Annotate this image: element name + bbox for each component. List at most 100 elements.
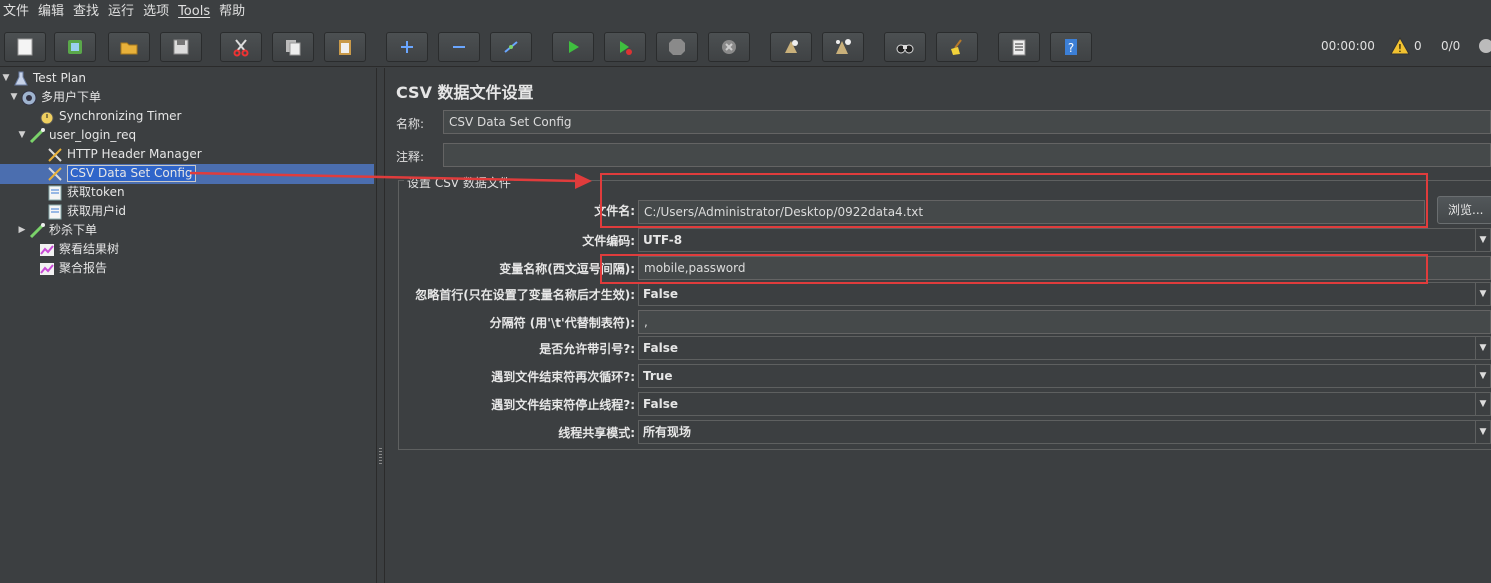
stop-button[interactable]: [656, 32, 698, 62]
start-button[interactable]: [552, 32, 594, 62]
toggle-button[interactable]: [490, 32, 532, 62]
divider-grip[interactable]: [379, 448, 382, 464]
config-row-label: 遇到文件结束符停止线程?:: [491, 398, 635, 412]
reset-search-button[interactable]: [936, 32, 978, 62]
config-row-label: 文件编码:: [582, 234, 635, 248]
svg-text:?: ?: [1068, 41, 1074, 55]
templates-icon: [68, 40, 82, 54]
tree-node[interactable]: 察看结果树: [26, 240, 119, 259]
wrench-icon: [46, 165, 64, 183]
plus-icon: [401, 41, 413, 53]
tree-node[interactable]: ▶ 秒杀下单: [16, 221, 97, 240]
templates-button[interactable]: [54, 32, 96, 62]
tree-node-label: 获取token: [67, 185, 125, 199]
tree-node[interactable]: CSV Data Set Config: [34, 164, 196, 183]
svg-text:!: !: [1398, 42, 1402, 55]
config-combo[interactable]: 所有现场 ▼: [638, 420, 1491, 444]
config-row-label: 遇到文件结束符再次循环?:: [491, 370, 635, 384]
play-no-timer-icon: [620, 41, 632, 55]
expand-all-button[interactable]: [386, 32, 428, 62]
browse-button[interactable]: 浏览...: [1437, 196, 1491, 224]
wrench-icon: [46, 146, 64, 164]
comment-input[interactable]: [443, 143, 1491, 167]
tree-node-label: Test Plan: [33, 71, 86, 85]
tree-toggle[interactable]: ▼: [16, 126, 28, 145]
menu-edit[interactable]: 编辑: [35, 0, 70, 24]
chevron-down-icon[interactable]: ▼: [1475, 393, 1490, 415]
toolbar: ? 00:00:00 ! 0 0/0: [0, 26, 1491, 67]
split-pane-divider[interactable]: [376, 68, 385, 583]
tree-node[interactable]: 获取token: [34, 183, 125, 202]
chevron-down-icon[interactable]: ▼: [1475, 229, 1490, 251]
config-combo[interactable]: False ▼: [638, 392, 1491, 416]
help-button[interactable]: ?: [1050, 32, 1092, 62]
menu-search[interactable]: 查找: [70, 0, 105, 24]
config-combo[interactable]: UTF-8 ▼: [638, 228, 1491, 252]
clear-all-button[interactable]: [822, 32, 864, 62]
tree-toggle[interactable]: ▼: [8, 88, 20, 107]
config-row-label: 忽略首行(只在设置了变量名称后才生效):: [415, 288, 635, 302]
tree-node[interactable]: 聚合报告: [26, 259, 107, 278]
warning-count: 0: [1414, 39, 1422, 53]
config-row-label: 线程共享模式:: [558, 426, 635, 440]
paste-button[interactable]: [324, 32, 366, 62]
tree-node[interactable]: ▼ Test Plan: [0, 69, 86, 88]
chevron-down-icon[interactable]: ▼: [1475, 283, 1490, 305]
name-input[interactable]: CSV Data Set Config: [443, 110, 1491, 134]
chevron-down-icon[interactable]: ▼: [1475, 365, 1490, 387]
start-no-pauses-button[interactable]: [604, 32, 646, 62]
menu-help[interactable]: 帮助: [216, 0, 251, 24]
combo-value: True: [643, 369, 673, 383]
search-button[interactable]: [884, 32, 926, 62]
tree-node-label: 获取用户id: [67, 204, 126, 218]
menu-file[interactable]: 文件: [0, 0, 35, 24]
expand-log-button[interactable]: [1478, 34, 1491, 58]
config-combo[interactable]: False ▼: [638, 336, 1491, 360]
tree-node[interactable]: ▼ 多用户下单: [8, 88, 101, 107]
combo-value: UTF-8: [643, 233, 683, 247]
play-icon: [569, 41, 579, 53]
minus-icon: [453, 46, 465, 48]
open-button[interactable]: [108, 32, 150, 62]
config-text-input[interactable]: ,: [638, 310, 1491, 334]
comment-label: 注释:: [396, 150, 425, 164]
copy-button[interactable]: [272, 32, 314, 62]
stopwatch-icon: [38, 108, 56, 126]
broom-gears-icon: [836, 39, 851, 54]
new-button[interactable]: [4, 32, 46, 62]
panel-title: CSV 数据文件设置: [396, 83, 534, 102]
cut-button[interactable]: [220, 32, 262, 62]
collapse-all-button[interactable]: [438, 32, 480, 62]
menu-run[interactable]: 运行: [105, 0, 140, 24]
config-combo[interactable]: True ▼: [638, 364, 1491, 388]
warning-icon: !: [1390, 37, 1410, 55]
annotation-box-variables: [600, 254, 1428, 284]
help-book-icon: ?: [1065, 39, 1077, 55]
tree-node-label: 秒杀下单: [49, 223, 98, 237]
tree-node[interactable]: Synchronizing Timer: [26, 107, 181, 126]
gear-icon: [20, 89, 38, 107]
graph-icon: [38, 241, 56, 259]
tree-node[interactable]: HTTP Header Manager: [34, 145, 202, 164]
tree-toggle[interactable]: ▼: [0, 69, 12, 88]
menu-options[interactable]: 选项: [140, 0, 175, 24]
chevron-down-icon[interactable]: ▼: [1475, 337, 1490, 359]
list-icon: [1012, 39, 1026, 56]
tree-node-label: HTTP Header Manager: [67, 147, 202, 161]
clear-button[interactable]: [770, 32, 812, 62]
config-combo[interactable]: False ▼: [638, 282, 1491, 306]
menu-tools[interactable]: Tools: [175, 0, 216, 24]
tree-toggle[interactable]: ▶: [16, 221, 28, 240]
shutdown-button[interactable]: [708, 32, 750, 62]
tree-node[interactable]: 获取用户id: [34, 202, 126, 221]
script-icon: [46, 203, 64, 221]
tree-node-label: user_login_req: [49, 128, 137, 142]
function-helper-button[interactable]: [998, 32, 1040, 62]
warning-indicator[interactable]: ! 0: [1390, 34, 1422, 58]
tree-node[interactable]: ▼ user_login_req: [16, 126, 136, 145]
chevron-down-icon[interactable]: ▼: [1475, 421, 1490, 443]
csv-config-panel: CSV 数据文件设置 名称: CSV Data Set Config 注释: 设…: [386, 68, 1491, 583]
save-button[interactable]: [160, 32, 202, 62]
combo-value: False: [643, 341, 678, 355]
pipette-icon: [28, 127, 46, 145]
